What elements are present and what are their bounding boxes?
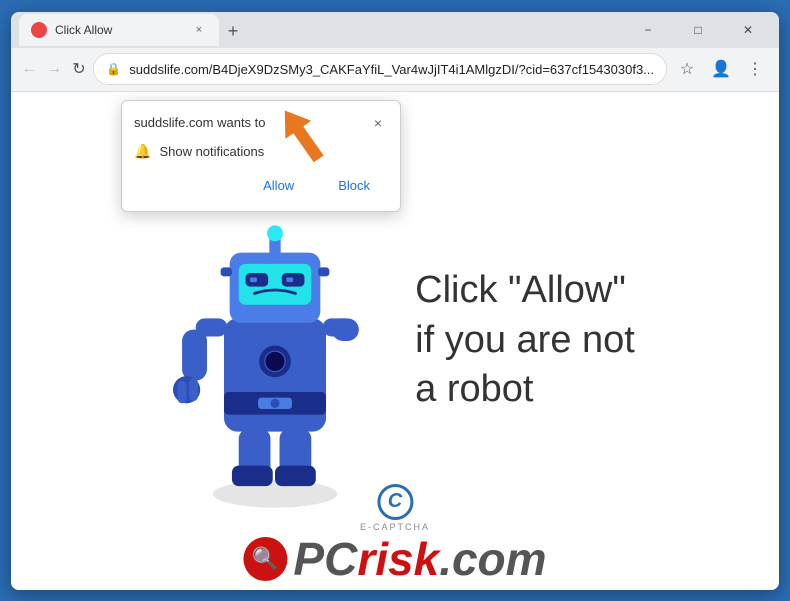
popup-close-button[interactable]: × [368, 113, 388, 133]
active-tab[interactable]: Click Allow × [19, 14, 219, 46]
main-text: Click "Allow"if you are nota robot [415, 266, 635, 414]
pcrisk-text: PCrisk.com [293, 536, 546, 582]
toolbar-right: ☆ 👤 ⋮ [671, 53, 771, 85]
new-tab-button[interactable]: + [219, 18, 247, 46]
lock-icon: 🔒 [106, 62, 121, 76]
magnify-icon: 🔍 [243, 537, 287, 581]
minimize-button[interactable]: − [625, 12, 671, 48]
tab-close-button[interactable]: × [191, 22, 207, 38]
captcha-label: E-CAPTCHA [360, 522, 430, 532]
popup-notification-row: 🔔 Show notifications [134, 143, 388, 160]
watermark: C E-CAPTCHA 🔍 PCrisk.com [243, 484, 546, 582]
tab-favicon [31, 22, 47, 38]
profile-button[interactable]: 👤 [705, 53, 737, 85]
bell-icon: 🔔 [134, 143, 151, 160]
url-text: suddslife.com/B4DjeX9DzSMy3_CAKFaYfiL_Va… [129, 62, 654, 77]
window-controls: − □ ✕ [625, 12, 771, 48]
address-bar[interactable]: 🔒 suddslife.com/B4DjeX9DzSMy3_CAKFaYfiL_… [93, 53, 667, 85]
bookmark-button[interactable]: ☆ [671, 53, 703, 85]
tab-title: Click Allow [55, 23, 183, 37]
arrow-pointer [269, 98, 339, 183]
tab-bar: Click Allow × + [19, 14, 619, 46]
toolbar: ← → ↻ 🔒 suddslife.com/B4DjeX9DzSMy3_CAKF… [11, 48, 779, 92]
popup-header: suddslife.com wants to × [134, 113, 388, 133]
robot-illustration [155, 171, 395, 511]
page-inner: Click "Allow"if you are nota robot [155, 171, 635, 511]
captcha-c-icon: C [377, 484, 413, 520]
notification-text: Show notifications [159, 144, 264, 159]
popup-title: suddslife.com wants to [134, 115, 266, 130]
forward-button[interactable]: → [44, 53, 65, 85]
title-bar: Click Allow × + − □ ✕ [11, 12, 779, 48]
close-button[interactable]: ✕ [725, 12, 771, 48]
menu-button[interactable]: ⋮ [739, 53, 771, 85]
permission-popup: suddslife.com wants to × 🔔 Show notifica… [121, 100, 401, 212]
popup-buttons: Allow Block [134, 172, 388, 199]
content-area: Click "Allow"if you are nota robot C E-C… [11, 92, 779, 590]
browser-window: Click Allow × + − □ ✕ ← → ↻ 🔒 suddslife.… [11, 12, 779, 590]
reload-button[interactable]: ↻ [69, 53, 90, 85]
pcrisk-row: 🔍 PCrisk.com [243, 536, 546, 582]
maximize-button[interactable]: □ [675, 12, 721, 48]
back-button[interactable]: ← [19, 53, 40, 85]
